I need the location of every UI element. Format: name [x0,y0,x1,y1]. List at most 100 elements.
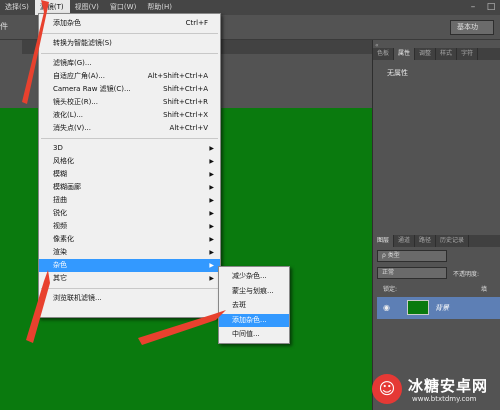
submenu-arrow-icon: ▶ [209,171,214,178]
layer-row-background[interactable]: ◉ 背景 [377,297,500,319]
options-label: 件 [0,22,8,31]
filter-menu-item-label: 扭曲 [53,196,67,204]
filter-menu-item-label: 模糊 [53,170,67,178]
filter-menu-item[interactable]: 添加杂色 Ctrl+F [39,17,220,30]
menu-separator [41,53,218,54]
filter-menu-item-label: 其它 [53,274,67,282]
filter-menu-item-shortcut: Shift+Ctrl+A [163,85,208,93]
filter-menu-item-label: Camera Raw 滤镜(C)... [53,85,131,93]
layer-name: 背景 [435,304,449,312]
filter-menu-item-label: 滤镜库(G)... [53,59,92,67]
filter-menu-item[interactable]: 转换为智能滤镜(S) [39,37,220,50]
workspace-switcher[interactable]: 基本功 [450,20,494,35]
tab-swatches[interactable]: 色板 [373,48,395,60]
filter-menu-item[interactable]: 风格化 ▶ [39,155,220,168]
filter-menu-item-shortcut: Shift+Ctrl+X [163,111,208,119]
blend-mode-select[interactable]: 正常 [377,267,447,279]
filter-menu-item[interactable]: 模糊画廊 ▶ [39,181,220,194]
noise-submenu-item-label: 蒙尘与划痕... [232,286,274,295]
maximize-icon[interactable]: □ [482,0,500,15]
watermark-title: 冰糖安卓网 [408,377,489,395]
filter-menu-item[interactable]: 视频 ▶ [39,220,220,233]
filter-menu-item-label: 锐化 [53,209,67,217]
filter-menu-item-label: 浏览联机滤镜... [53,294,102,302]
filter-menu-item[interactable]: 镜头校正(R)... Shift+Ctrl+R [39,96,220,109]
submenu-arrow-icon: ▶ [209,158,214,165]
filter-menu-item[interactable]: Camera Raw 滤镜(C)... Shift+Ctrl+A [39,83,220,96]
filter-menu-item-label: 镜头校正(R)... [53,98,99,106]
menu-separator [41,33,218,34]
filter-menu-item-shortcut: Alt+Ctrl+V [169,124,208,132]
filter-menu-item[interactable]: 渲染 ▶ [39,246,220,259]
opacity-label: 不透明度: [453,271,480,278]
noise-submenu: 减少杂色... 蒙尘与划痕... 去斑添加杂色... 中间值... [218,266,290,344]
noise-submenu-item[interactable]: 减少杂色... [219,270,289,283]
filter-menu-item-label: 液化(L)... [53,111,84,119]
filter-menu-item-label: 自适应广角(A)... [53,72,105,80]
tab-channels[interactable]: 通道 [394,235,416,247]
submenu-arrow-icon: ▶ [209,262,214,269]
submenu-arrow-icon: ▶ [209,145,214,152]
filter-menu-item-label: 模糊画廊 [53,183,81,191]
layer-thumbnail [407,300,429,315]
tab-character[interactable]: 字符 [457,48,479,60]
filter-menu-item[interactable]: 模糊 ▶ [39,168,220,181]
submenu-arrow-icon: ▶ [209,210,214,217]
submenu-arrow-icon: ▶ [209,223,214,230]
submenu-arrow-icon: ▶ [209,236,214,243]
tab-styles[interactable]: 样式 [436,48,458,60]
noise-submenu-item[interactable]: 蒙尘与划痕... [219,285,289,298]
no-properties-text: 无属性 [387,69,408,77]
filter-menu-item[interactable]: 自适应广角(A)... Alt+Shift+Ctrl+A [39,70,220,83]
properties-tab-row: 色板 属性 调整 样式 字符 [373,48,500,60]
filter-menu-item-label: 添加杂色 [53,19,81,27]
menu-separator [41,288,218,289]
lock-label: 锁定: [383,286,398,293]
filter-menu-item[interactable]: 锐化 ▶ [39,207,220,220]
filter-menu-item-label: 杂色 [53,261,67,269]
filter-menu-item-shortcut: Shift+Ctrl+R [163,98,208,106]
submenu-arrow-icon: ▶ [209,275,214,282]
submenu-arrow-icon: ▶ [209,184,214,191]
eye-icon[interactable]: ◉ [383,303,390,312]
filter-menu-item-label: 风格化 [53,157,74,165]
filter-menu-item-shortcut: Alt+Shift+Ctrl+A [147,72,208,80]
watermark: ☺ 冰糖安卓网 www.btxtdmy.com [368,370,500,410]
noise-submenu-item[interactable]: 中间值... [219,328,289,341]
filter-menu-item[interactable]: 浏览联机滤镜... [39,292,220,305]
filter-menu-item[interactable]: 其它 ▶ [39,272,220,285]
tab-properties[interactable]: 属性 [394,48,416,60]
submenu-arrow-icon: ▶ [209,249,214,256]
filter-menu-item[interactable]: 像素化 ▶ [39,233,220,246]
watermark-url: www.btxtdmy.com [412,395,477,403]
noise-submenu-item-label: 去斑 [232,301,246,309]
noise-submenu-item-label: 中间值... [232,330,260,338]
submenu-arrow-icon: ▶ [209,197,214,204]
layer-kind-filter[interactable]: ρ 类型 [377,250,447,262]
filter-menu-item-label: 视频 [53,222,67,230]
filter-menu-item[interactable]: 扭曲 ▶ [39,194,220,207]
filter-menu-item-shortcut: Ctrl+F [185,19,208,27]
filter-menu: 添加杂色 Ctrl+F 转换为智能滤镜(S) 滤镜库(G)... 自适应广角(A)...… [38,13,221,318]
filter-menu-item-label: 像素化 [53,235,74,243]
tab-history[interactable]: 历史记录 [436,235,470,247]
filter-menu-item-label: 3D [53,144,63,152]
minimize-icon[interactable]: – [464,0,482,15]
menu-separator [41,138,218,139]
watermark-logo-icon: ☺ [372,374,402,404]
fill-label: 填 [481,286,488,293]
filter-menu-item[interactable]: 液化(L)... Shift+Ctrl+X [39,109,220,122]
noise-submenu-item[interactable]: 去斑 [219,299,289,312]
menu-select[interactable]: 选择(S) [0,0,35,15]
tab-adjustments[interactable]: 调整 [415,48,437,60]
filter-menu-item[interactable]: 消失点(V)... Alt+Ctrl+V [39,122,220,135]
noise-submenu-item[interactable]: 添加杂色... [219,313,289,327]
filter-menu-item[interactable]: 3D ▶ [39,142,220,155]
tab-layers[interactable]: 图层 [373,235,395,247]
filter-menu-item[interactable]: 滤镜库(G)... [39,57,220,70]
noise-submenu-item-label: 减少杂色... [232,272,267,280]
filter-menu-item-label: 消失点(V)... [53,124,91,132]
filter-menu-item-label: 渲染 [53,248,67,256]
tab-paths[interactable]: 路径 [415,235,437,247]
filter-menu-item[interactable]: 杂色 ▶ [39,259,220,272]
